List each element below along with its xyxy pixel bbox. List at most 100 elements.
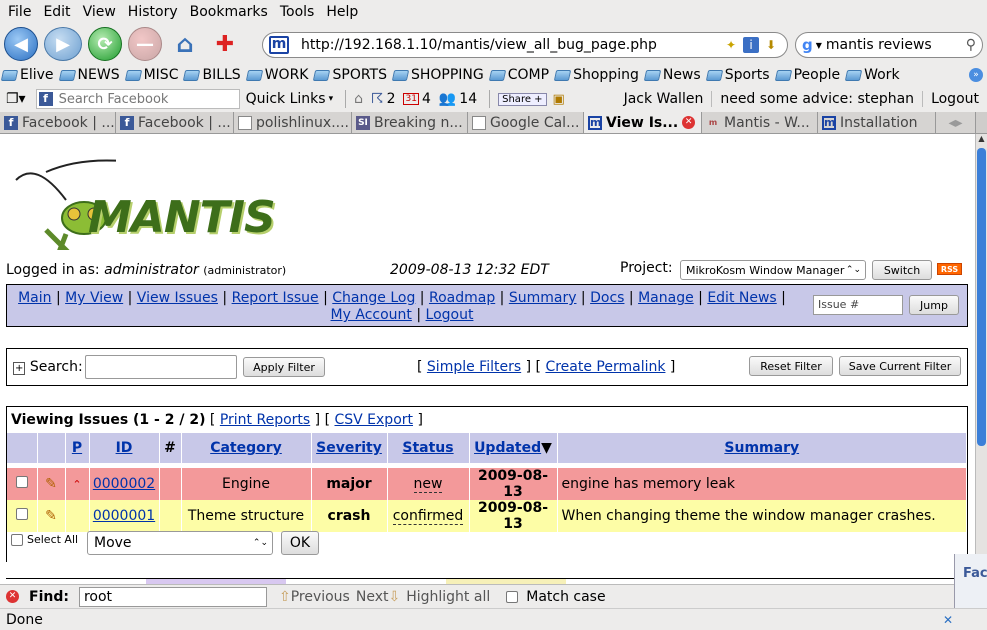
menu-tools[interactable]: Tools — [274, 4, 321, 20]
tab-facebook-2[interactable]: f Facebook | ... — [116, 112, 234, 133]
row-checkbox[interactable] — [15, 476, 28, 488]
col-category[interactable]: Category — [181, 433, 312, 463]
save-filter-button[interactable]: Save Current Filter — [839, 356, 961, 376]
bookmark-folder[interactable]: COMP — [488, 67, 549, 83]
nav-view-issues[interactable]: View Issues — [137, 290, 218, 306]
apply-filter-button[interactable]: Apply Filter — [243, 357, 325, 377]
jump-button[interactable]: Jump — [909, 295, 959, 315]
nav-my-view[interactable]: My View — [65, 290, 123, 306]
quick-links-button[interactable]: Quick Links ▾ — [246, 91, 334, 107]
tab-google-calendar[interactable]: Google Cal... — [468, 112, 584, 133]
col-priority[interactable]: P — [65, 433, 90, 463]
csv-export-link[interactable]: CSV Export — [334, 412, 413, 428]
select-all-checkbox[interactable] — [11, 533, 23, 546]
vertical-scrollbar[interactable]: ▲ — [975, 134, 987, 584]
url-bar[interactable]: m http://192.168.1.10/mantis/view_all_bu… — [262, 32, 788, 58]
facebook-status-text[interactable]: need some advice: stephan — [711, 91, 924, 107]
menu-bookmarks[interactable]: Bookmarks — [184, 4, 274, 20]
switch-button[interactable]: Switch — [872, 260, 932, 280]
issue-number-input[interactable]: Issue # — [813, 295, 903, 315]
forward-button[interactable]: ▶ — [44, 27, 82, 61]
tab-facebook-1[interactable]: f Facebook | ... — [0, 112, 116, 133]
col-id[interactable]: ID — [89, 433, 160, 463]
find-previous-button[interactable]: ⇧Previous — [279, 589, 350, 605]
friends-button[interactable]: 👥 14 — [439, 91, 477, 107]
ok-button[interactable]: OK — [281, 531, 319, 555]
close-find-icon[interactable]: ✕ — [6, 590, 19, 603]
bookmark-folder[interactable]: SHOPPING — [391, 67, 484, 83]
pencil-icon[interactable]: ✎ — [45, 476, 57, 492]
project-select[interactable]: MikroKosm Window Manager ⌃⌄ — [680, 260, 866, 280]
issue-id-link[interactable]: 0000001 — [93, 508, 155, 524]
simple-filters-link[interactable]: Simple Filters — [427, 359, 521, 375]
bookmark-folder[interactable]: Sports — [705, 67, 770, 83]
find-next-button[interactable]: Next⇩ — [356, 589, 400, 605]
tab-mantis-w[interactable]: m Mantis - W... — [702, 112, 818, 133]
search-engine-dropdown-icon[interactable]: ▼ — [816, 41, 822, 50]
bookmark-folder[interactable]: SPORTS — [313, 67, 387, 83]
pokes-button[interactable]: ☈ 2 — [371, 91, 395, 107]
create-permalink-link[interactable]: Create Permalink — [545, 359, 665, 375]
toolbar-menu-icon[interactable]: ❐▾ — [6, 91, 26, 107]
mantis-logo[interactable]: MANTIS — [6, 150, 276, 262]
bookmark-folder[interactable]: BILLS — [183, 67, 241, 83]
nav-logout[interactable]: Logout — [426, 307, 474, 323]
bookmark-folder[interactable]: NEWS — [58, 67, 120, 83]
tab-scroll-button[interactable]: ◂▸ — [936, 112, 976, 133]
menu-help[interactable]: Help — [320, 4, 364, 20]
download-icon[interactable]: ⬇ — [763, 37, 779, 53]
tab-polishlinux[interactable]: polishlinux.... — [234, 112, 352, 133]
bookmarks-overflow-icon[interactable]: » — [969, 68, 983, 82]
stop-button[interactable]: — — [128, 27, 162, 61]
print-reports-link[interactable]: Print Reports — [220, 412, 310, 428]
facebook-user-name[interactable]: Jack Wallen — [616, 91, 712, 107]
nav-summary[interactable]: Summary — [509, 290, 577, 306]
issue-id-link[interactable]: 0000002 — [93, 476, 155, 492]
facebook-search-input[interactable]: f Search Facebook — [35, 89, 240, 109]
scroll-up-icon[interactable]: ▲ — [976, 134, 987, 146]
tab-breaking-news[interactable]: SI Breaking n... — [352, 112, 468, 133]
bookmark-folder[interactable]: Work — [844, 67, 900, 83]
col-severity[interactable]: Severity — [311, 433, 388, 463]
nav-edit-news[interactable]: Edit News — [707, 290, 776, 306]
nav-change-log[interactable]: Change Log — [332, 290, 415, 306]
pencil-icon[interactable]: ✎ — [45, 508, 57, 524]
share-button[interactable]: Share + — [498, 92, 547, 106]
scrollbar-thumb[interactable] — [977, 148, 986, 446]
web-search-box[interactable]: g ▼ mantis reviews ⚲ — [795, 32, 983, 58]
nav-my-account[interactable]: My Account — [331, 307, 412, 323]
events-button[interactable]: 31 4 — [403, 91, 431, 107]
nav-roadmap[interactable]: Roadmap — [429, 290, 495, 306]
search-icon[interactable]: ⚲ — [966, 37, 976, 53]
expand-filter-icon[interactable]: + — [13, 362, 26, 375]
status-tool-icon[interactable]: ✕ — [943, 613, 953, 627]
tab-view-issues[interactable]: m View Is... ✕ — [584, 112, 702, 133]
bookmark-folder[interactable]: WORK — [245, 67, 308, 83]
search-input[interactable] — [85, 355, 237, 379]
bookmark-page-button[interactable]: ✚ — [208, 27, 242, 61]
col-status[interactable]: Status — [387, 433, 470, 463]
bookmark-folder[interactable]: People — [774, 67, 840, 83]
find-input[interactable]: root — [78, 586, 267, 607]
col-updated[interactable]: Updated▼ — [469, 433, 558, 463]
nav-docs[interactable]: Docs — [590, 290, 624, 306]
menu-edit[interactable]: Edit — [37, 4, 76, 20]
menu-view[interactable]: View — [77, 4, 122, 20]
facebook-home-icon[interactable]: ⌂ — [354, 91, 363, 107]
nav-main[interactable]: Main — [18, 290, 51, 306]
nav-report-issue[interactable]: Report Issue — [232, 290, 319, 306]
col-summary[interactable]: Summary — [557, 433, 967, 463]
row-checkbox[interactable] — [15, 508, 28, 520]
inbox-icon[interactable]: ▣ — [553, 92, 565, 107]
back-button[interactable]: ◀ — [4, 27, 38, 61]
bookmark-folder[interactable]: Elive — [0, 67, 54, 83]
bookmark-folder[interactable]: MISC — [124, 67, 178, 83]
reset-filter-button[interactable]: Reset Filter — [749, 356, 833, 376]
facebook-logout-link[interactable]: Logout — [923, 91, 987, 107]
highlight-all-button[interactable]: Highlight all — [406, 589, 490, 605]
rss-icon[interactable]: RSS — [937, 263, 962, 275]
match-case-checkbox[interactable] — [506, 590, 519, 603]
tab-installation[interactable]: m Installation — [818, 112, 936, 133]
bookmark-folder[interactable]: Shopping — [553, 67, 639, 83]
bookmark-folder[interactable]: News — [643, 67, 701, 83]
